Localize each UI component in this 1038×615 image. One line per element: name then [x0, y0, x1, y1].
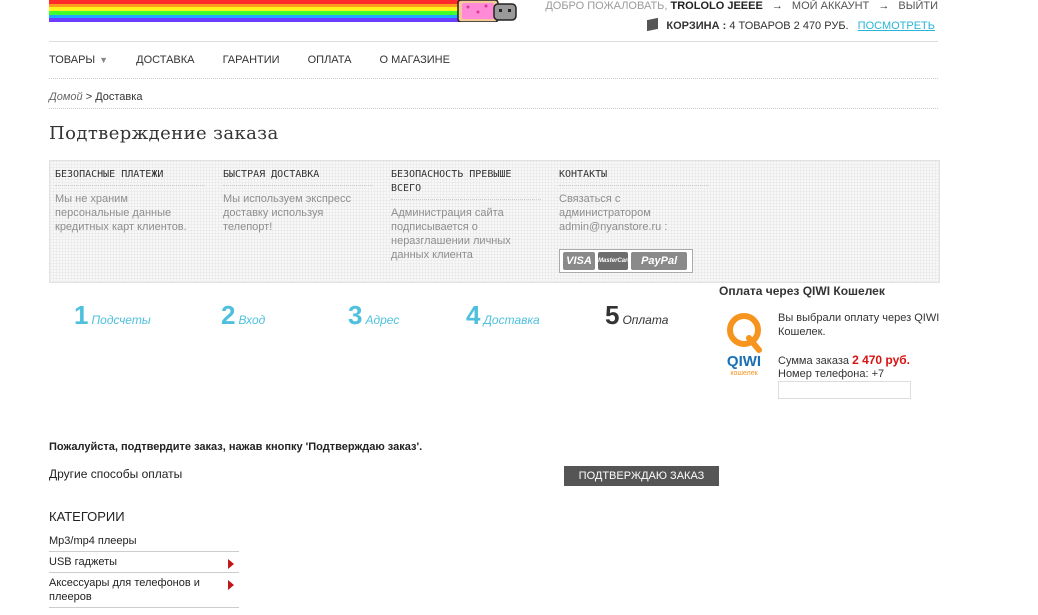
user-bar: ДОБРО ПОЖАЛОВАТЬ, TROLOLO JEEEE → МОЙ АК…	[545, 0, 938, 12]
info-text: Мы используем экспресс доставку использу…	[223, 193, 352, 233]
logout-link[interactable]: ВЫЙТИ	[898, 0, 938, 12]
category-item[interactable]: Mp3/mp4 плееры	[49, 531, 239, 552]
visa-icon: VISA	[563, 252, 595, 270]
nyan-cat-icon	[457, 0, 517, 22]
phone-label: Номер телефона: +7	[778, 368, 885, 380]
info-secure-payments: БЕЗОПАСНЫЕ ПЛАТЕЖИ Мы не храним персонал…	[55, 168, 205, 234]
welcome-text: ДОБРО ПОЖАЛОВАТЬ,	[545, 0, 668, 12]
paypal-icon: PayPal	[631, 252, 688, 270]
divider	[49, 78, 938, 79]
page-title: Подтверждение заказа	[49, 123, 279, 144]
info-security: БЕЗОПАСНОСТЬ ПРЕВЫШЕ ВСЕГО Администрация…	[391, 168, 541, 262]
main-nav: ТОВАРЫ ▼ ДОСТАВКА ГАРАНТИИ ОПЛАТА О МАГАЗ…	[49, 54, 475, 66]
arrow-icon: →	[878, 0, 890, 12]
info-text: Связаться с администратором admin@nyanst…	[559, 193, 668, 233]
chevron-down-icon: ▼	[99, 55, 109, 65]
nav-item-payment[interactable]: ОПЛАТА	[308, 54, 352, 66]
confirm-order-button[interactable]: ПОДТВЕРЖДАЮ ЗАКАЗ	[564, 466, 719, 486]
store-logo[interactable]	[49, 0, 521, 24]
qiwi-title: Оплата через QIWI Кошелек	[719, 284, 885, 298]
info-title: КОНТАКТЫ	[559, 168, 709, 186]
breadcrumb-separator: >	[85, 91, 93, 103]
divider	[49, 108, 938, 109]
info-title: БЫСТРАЯ ДОСТАВКА	[223, 168, 373, 186]
svg-text:кошелек: кошелек	[730, 370, 758, 377]
categories-title: КАТЕГОРИИ	[49, 509, 125, 524]
rainbow-banner	[49, 0, 459, 23]
info-panel: БЕЗОПАСНЫЕ ПЛАТЕЖИ Мы не храним персонал…	[49, 160, 940, 283]
breadcrumb-home[interactable]: Домой	[49, 91, 83, 103]
qiwi-description: Вы выбрали оплату через QIWI Кошелек.	[778, 312, 940, 338]
cart-count: 4 ТОВАРОВ 2 470 РУБ.	[729, 20, 849, 32]
view-cart-link[interactable]: ПОСМОТРЕТЬ	[858, 20, 935, 32]
breadcrumb-current: Доставка	[95, 91, 143, 103]
order-total: Сумма заказа 2 470 руб.	[778, 353, 911, 367]
svg-text:QIWI: QIWI	[727, 353, 761, 370]
cart-summary: КОРЗИНА : 4 ТОВАРОВ 2 470 РУБ. ПОСМОТРЕТ…	[647, 17, 935, 32]
nav-item-delivery[interactable]: ДОСТАВКА	[136, 54, 194, 66]
payment-cards: VISA MasterCard PayPal	[559, 249, 693, 273]
username[interactable]: TROLOLO JEEEE	[671, 0, 763, 12]
categories-list: Mp3/mp4 плееры USB гаджеты Аксессуары дл…	[49, 531, 239, 608]
divider	[49, 41, 938, 42]
nav-item-products[interactable]: ТОВАРЫ ▼	[49, 54, 108, 66]
info-title: БЕЗОПАСНОСТЬ ПРЕВЫШЕ ВСЕГО	[391, 168, 541, 200]
step-3[interactable]: 3 Адрес	[348, 300, 399, 331]
nav-item-guarantees[interactable]: ГАРАНТИИ	[223, 54, 280, 66]
breadcrumb: Домой > Доставка	[49, 91, 142, 103]
step-5: 5 Оплата	[605, 300, 669, 330]
step-1[interactable]: 1 Подсчеты	[74, 300, 151, 331]
cart-label: КОРЗИНА :	[666, 20, 727, 32]
confirm-instructions: Пожалуйста, подтвердите заказ, нажав кно…	[49, 441, 423, 453]
other-payment-methods-link[interactable]: Другие способы оплаты	[49, 467, 182, 481]
info-fast-delivery: БЫСТРАЯ ДОСТАВКА Мы используем экспресс …	[223, 168, 373, 234]
category-item[interactable]: USB гаджеты	[49, 552, 239, 573]
step-2[interactable]: 2 Вход	[221, 300, 265, 331]
arrow-icon: →	[771, 0, 783, 12]
my-account-link[interactable]: МОЙ АККАУНТ	[792, 0, 869, 12]
mastercard-icon: MasterCard	[598, 252, 631, 270]
phone-input[interactable]	[778, 381, 911, 399]
qiwi-logo-icon: QIWI кошелек	[727, 313, 762, 377]
info-contacts: КОНТАКТЫ Связаться с администратором adm…	[559, 168, 709, 234]
triangle-right-icon	[228, 559, 234, 569]
nav-item-about[interactable]: О МАГАЗИНЕ	[380, 54, 450, 66]
cart-icon	[647, 17, 659, 32]
order-total-value: 2 470 руб.	[852, 353, 911, 367]
info-text: Администрация сайта подписывается о нера…	[391, 207, 511, 261]
step-4[interactable]: 4 Доставка	[466, 300, 540, 331]
info-title: БЕЗОПАСНЫЕ ПЛАТЕЖИ	[55, 168, 205, 186]
category-item[interactable]: Аксессуары для телефонов и плееров	[49, 573, 239, 608]
triangle-right-icon	[228, 580, 234, 590]
info-text: Мы не храним персональные данные кредитн…	[55, 193, 187, 233]
